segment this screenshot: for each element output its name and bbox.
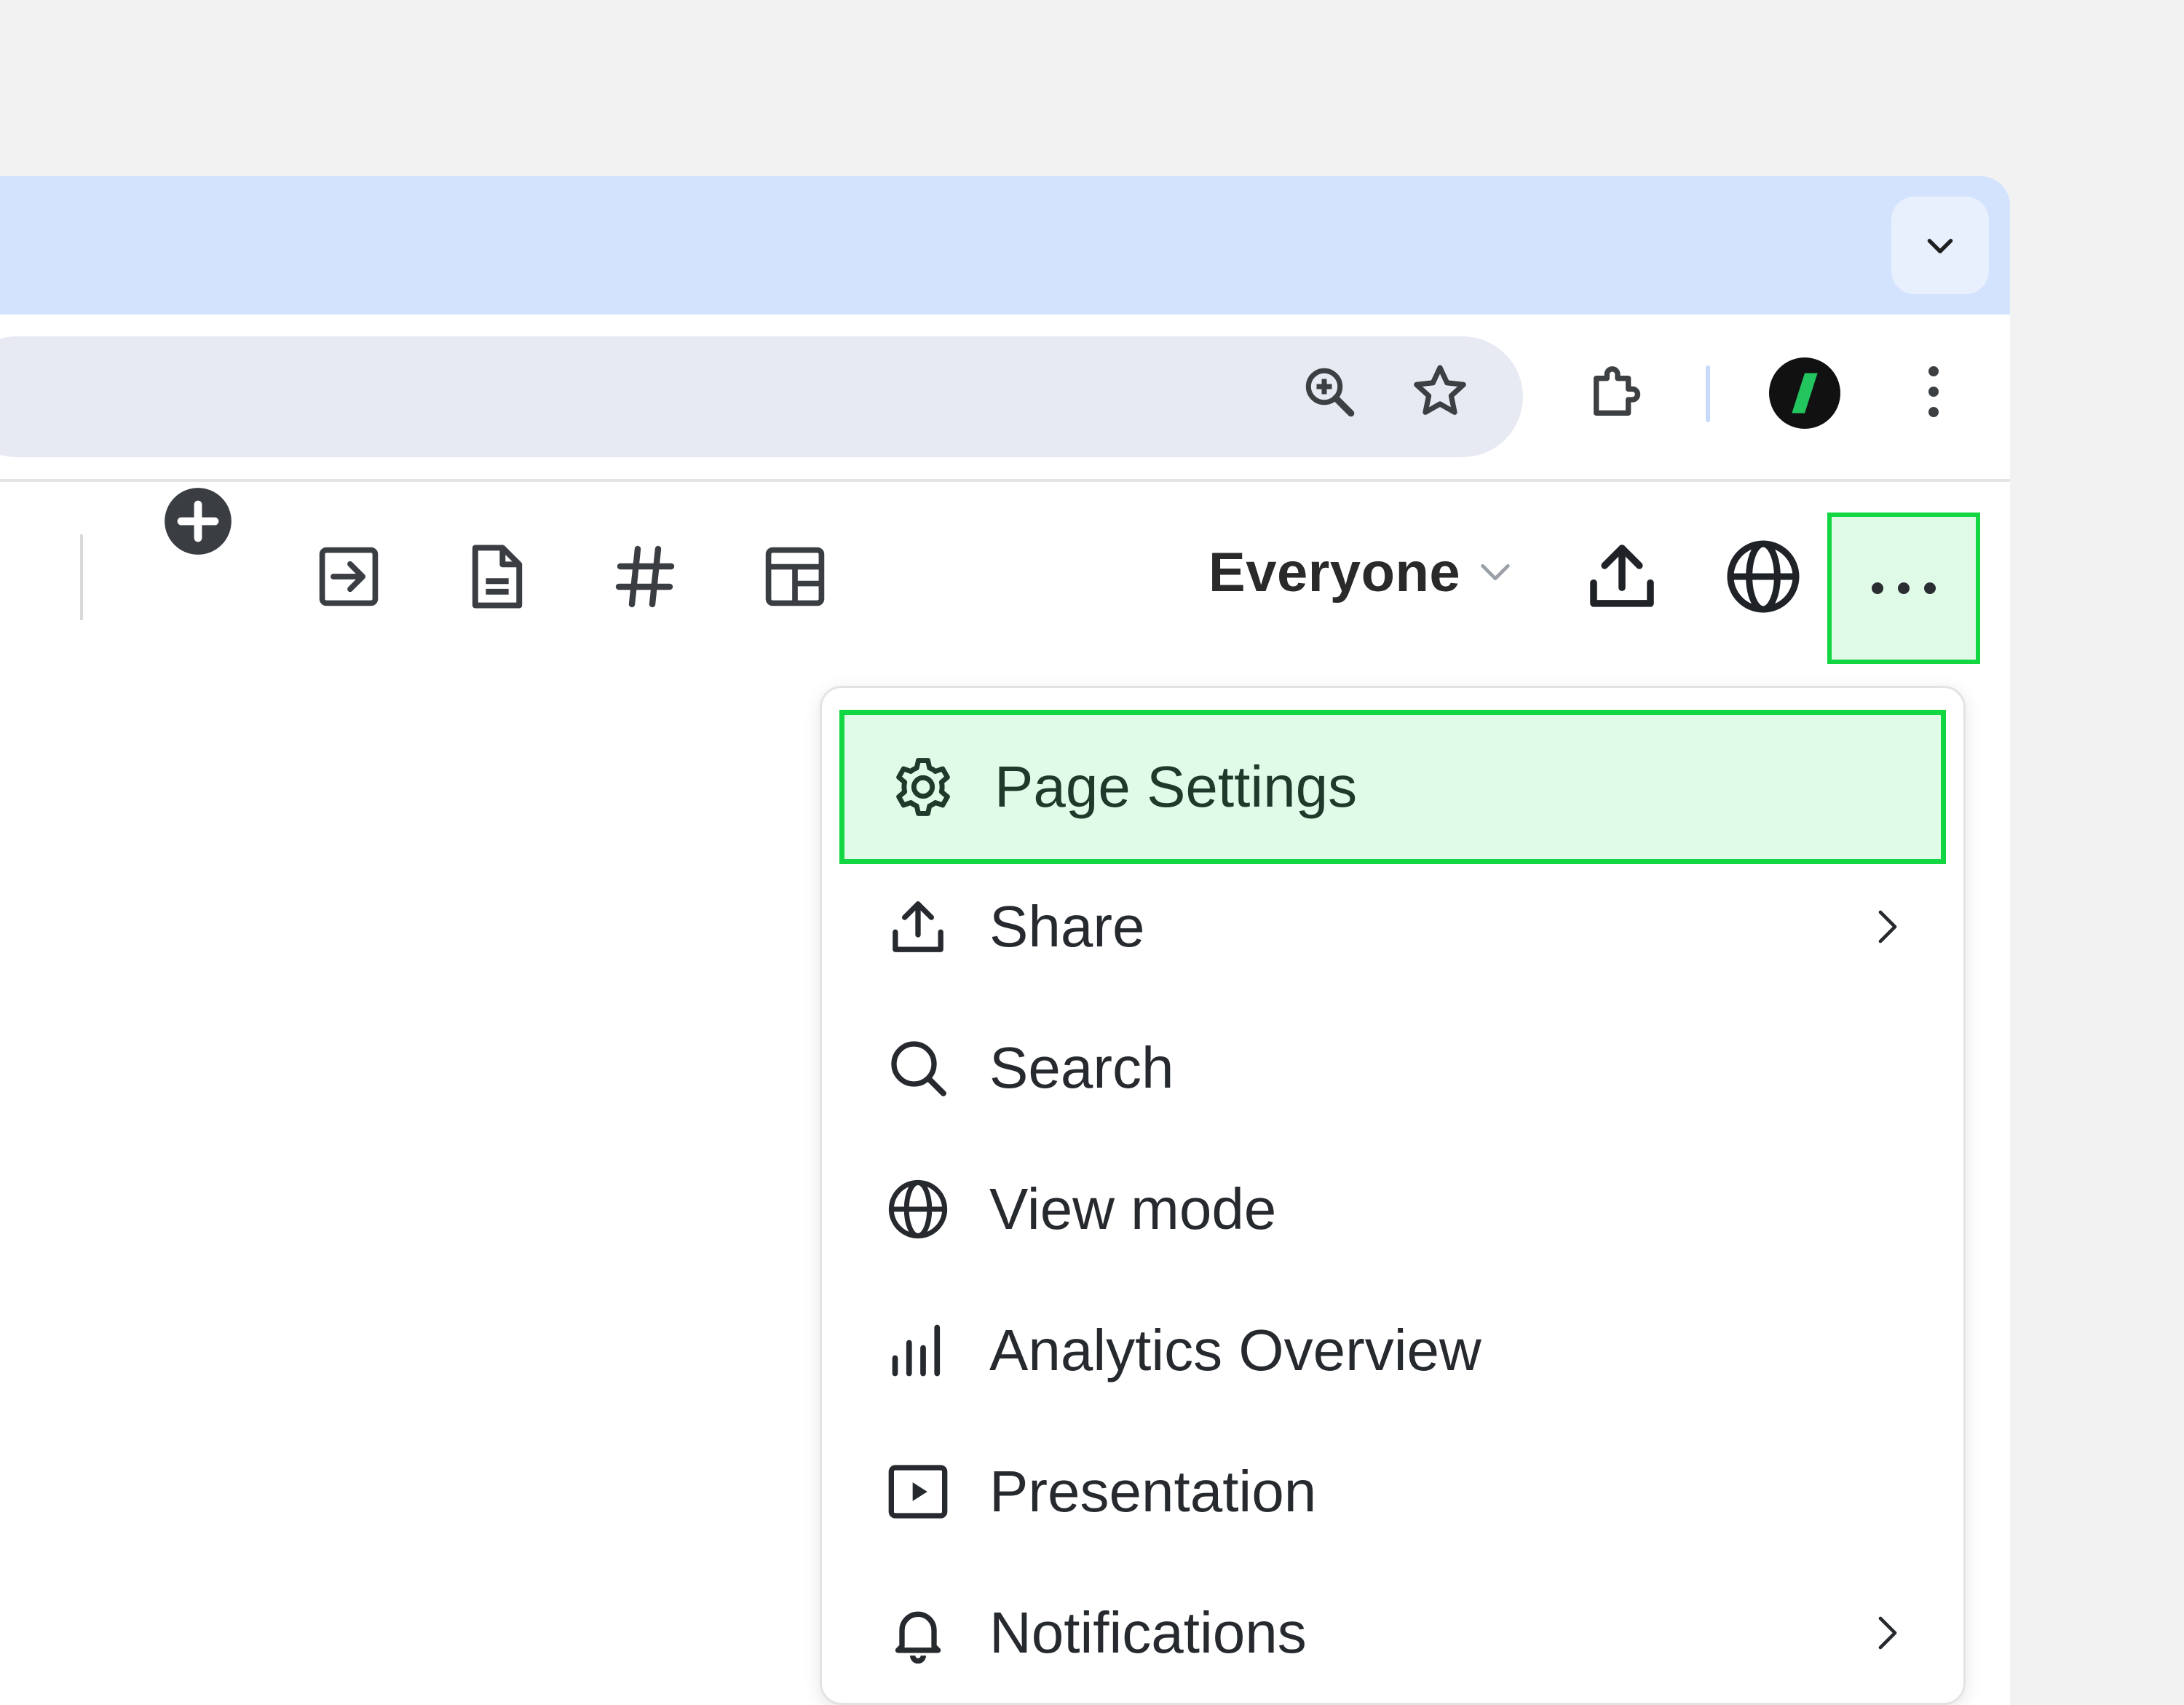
upload-icon <box>893 901 943 952</box>
document-icon <box>472 545 523 609</box>
chevron-down-icon <box>1481 563 1510 581</box>
more-options-button[interactable] <box>1827 513 1980 664</box>
app-toolbar: Everyone <box>0 482 2010 628</box>
audience-dropdown[interactable]: Everyone <box>1208 536 1514 609</box>
tab-search-button[interactable] <box>1891 197 1989 294</box>
hashtag-icon <box>615 545 675 608</box>
toolbar-divider <box>80 534 83 620</box>
menu-item-notifications[interactable]: Notifications <box>839 1556 1946 1705</box>
globe-icon <box>1727 540 1800 613</box>
zoom-in-icon <box>1305 368 1355 417</box>
add-circle-icon <box>165 488 232 555</box>
menu-item-share[interactable]: Share <box>839 850 1946 1004</box>
extensions-button[interactable] <box>1581 355 1654 428</box>
chevron-right-icon <box>1878 1616 1897 1650</box>
gear-icon <box>896 758 950 816</box>
avatar[interactable] <box>1769 357 1840 429</box>
menu-item-page-settings[interactable]: Page Settings <box>839 710 1946 864</box>
more-options-menu: Page Settings Share Search View mode Ana… <box>820 686 1966 1705</box>
layout-button[interactable] <box>756 537 834 616</box>
toolbar-separator <box>1706 365 1710 422</box>
profile-logo-icon <box>1792 373 1818 414</box>
globe-icon <box>888 1179 948 1239</box>
publish-button[interactable] <box>1722 536 1804 617</box>
menu-item-label: Notifications <box>989 1600 1307 1665</box>
bar-chart-icon <box>892 1324 941 1377</box>
menu-item-label: View mode <box>989 1176 1277 1241</box>
hashtag-button[interactable] <box>606 537 684 616</box>
menu-item-label: Share <box>989 894 1145 959</box>
play-icon <box>888 1465 948 1519</box>
chevron-down-icon <box>1927 239 1953 254</box>
layout-icon <box>765 547 825 606</box>
browser-toolbar <box>0 315 2010 482</box>
audience-label: Everyone <box>1208 541 1461 604</box>
menu-item-label: Search <box>989 1035 1174 1100</box>
ellipsis-icon <box>1872 582 1936 594</box>
add-button[interactable] <box>159 482 237 561</box>
puzzle-icon <box>1594 366 1641 416</box>
tab-strip <box>0 176 2010 315</box>
bell-icon <box>895 1611 941 1664</box>
search-icon <box>891 1041 946 1096</box>
insert-button[interactable] <box>309 537 388 616</box>
browser-window: Everyone Page Settings Share Search View… <box>0 176 2010 1705</box>
share-button[interactable] <box>1581 536 1663 617</box>
insert-arrow-icon <box>319 547 379 606</box>
menu-item-search[interactable]: Search <box>839 991 1946 1145</box>
upload-icon <box>1590 545 1654 607</box>
menu-item-view-mode[interactable]: View mode <box>839 1132 1946 1286</box>
menu-item-label: Presentation <box>989 1459 1317 1524</box>
menu-item-label: Analytics Overview <box>989 1318 1481 1382</box>
menu-item-label: Page Settings <box>994 754 1358 819</box>
browser-menu-button[interactable] <box>1897 355 1970 428</box>
star-icon <box>1414 365 1466 415</box>
menu-item-analytics-overview[interactable]: Analytics Overview <box>839 1273 1946 1428</box>
document-button[interactable] <box>457 537 536 616</box>
chevron-right-icon <box>1878 910 1897 944</box>
zoom-button[interactable] <box>1293 355 1366 428</box>
bookmark-button[interactable] <box>1404 355 1476 428</box>
kebab-icon <box>1928 366 1939 417</box>
menu-item-presentation[interactable]: Presentation <box>839 1415 1946 1569</box>
